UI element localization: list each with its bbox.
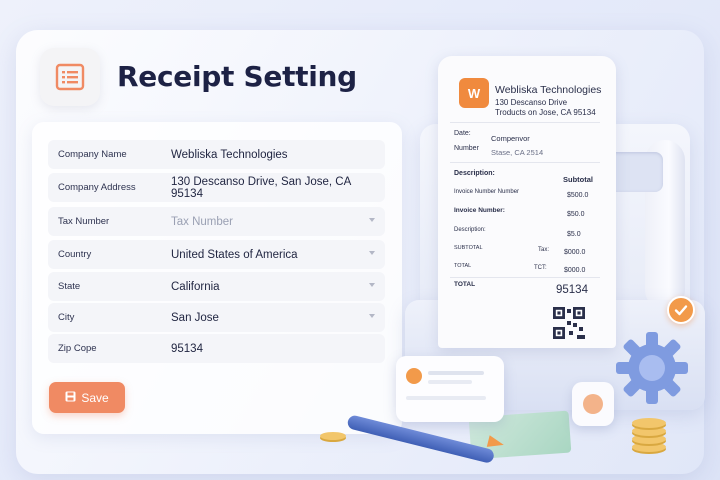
city-select[interactable]: City San Jose	[48, 303, 385, 332]
receipt-subtotal-row-right: $000.0	[564, 249, 586, 256]
receipt-total-label: TOTAL	[454, 281, 476, 288]
receipt-subtotal-row-mid: Tax:	[538, 247, 550, 253]
chevron-down-icon[interactable]	[369, 283, 375, 287]
receipt-subtotal-label: Subtotal	[563, 175, 593, 184]
coin-box-illustration	[572, 382, 614, 426]
receipt-subtotal-row-left: SUBTOTAL	[454, 245, 483, 251]
receipt-total-row-mid: TCT:	[534, 265, 547, 271]
chevron-down-icon[interactable]	[369, 314, 375, 318]
company-address-field[interactable]: Company Address 130 Descanso Drive, San …	[48, 173, 385, 202]
receipt-total-row-right: $000.0	[564, 267, 586, 274]
house-icon	[406, 368, 422, 384]
country-select[interactable]: Country United States of America	[48, 240, 385, 269]
field-value[interactable]: United States of America	[171, 249, 298, 261]
receipt-date-value: Compenvor	[491, 134, 530, 143]
field-value[interactable]: 95134	[171, 343, 203, 355]
field-value[interactable]: Webliska Technologies	[171, 149, 288, 161]
gear-icon	[616, 332, 688, 404]
receipt-address-1: 130 Descanso Drive	[495, 98, 568, 107]
field-label: State	[58, 281, 81, 292]
receipt-number-label: Number	[454, 145, 479, 152]
field-value[interactable]: San Jose	[171, 312, 219, 324]
field-label: Tax Number	[58, 216, 110, 227]
field-placeholder[interactable]: Tax Number	[171, 216, 233, 228]
business-card-illustration	[396, 356, 504, 422]
receipt-total-value: 95134	[556, 284, 588, 296]
coin-icon	[632, 418, 666, 428]
receipt-company: Webliska Technologies	[495, 84, 602, 96]
receipt-list-icon	[40, 48, 100, 106]
company-logo: W	[459, 78, 489, 108]
receipt-line-left: Invoice Number Number	[454, 189, 520, 195]
save-button[interactable]: Save	[49, 382, 125, 413]
receipt-number-value: Stase, CA 2514	[491, 148, 544, 157]
tax-number-select[interactable]: Tax Number Tax Number	[48, 207, 385, 236]
receipt-address-2: Troducts on Jose, CA 95134	[495, 108, 596, 117]
receipt-line-left: Description:	[454, 227, 486, 233]
field-label: Company Address	[58, 182, 136, 193]
field-label: Company Name	[58, 149, 127, 160]
qr-code-icon	[553, 307, 585, 339]
save-button-label: Save	[81, 390, 109, 405]
state-select[interactable]: State California	[48, 272, 385, 301]
field-label: City	[58, 312, 75, 323]
field-label: Zip Cope	[58, 343, 97, 354]
receipt-line-left: Invoice Number:	[454, 207, 505, 214]
chevron-down-icon[interactable]	[369, 218, 375, 222]
receipt-date-label: Date:	[454, 130, 471, 137]
receipt-description-label: Description:	[454, 170, 495, 177]
field-label: Country	[58, 249, 92, 260]
receipt-total-row-left: TOTAL	[454, 263, 472, 269]
zip-code-field[interactable]: Zip Cope 95134	[48, 334, 385, 363]
field-value[interactable]: 130 Descanso Drive, San Jose, CA 95134	[171, 176, 385, 200]
checkmark-icon	[667, 296, 695, 324]
page-title: Receipt Setting	[117, 60, 357, 93]
receipt-line-right: $5.0	[567, 231, 581, 238]
coin-icon	[320, 432, 346, 440]
company-name-field[interactable]: Company Name Webliska Technologies	[48, 140, 385, 169]
receipt-line-right: $50.0	[567, 211, 585, 218]
floppy-disk-icon	[65, 391, 76, 405]
field-value[interactable]: California	[171, 281, 220, 293]
chevron-down-icon[interactable]	[369, 251, 375, 255]
receipt-line-right: $500.0	[567, 192, 589, 199]
